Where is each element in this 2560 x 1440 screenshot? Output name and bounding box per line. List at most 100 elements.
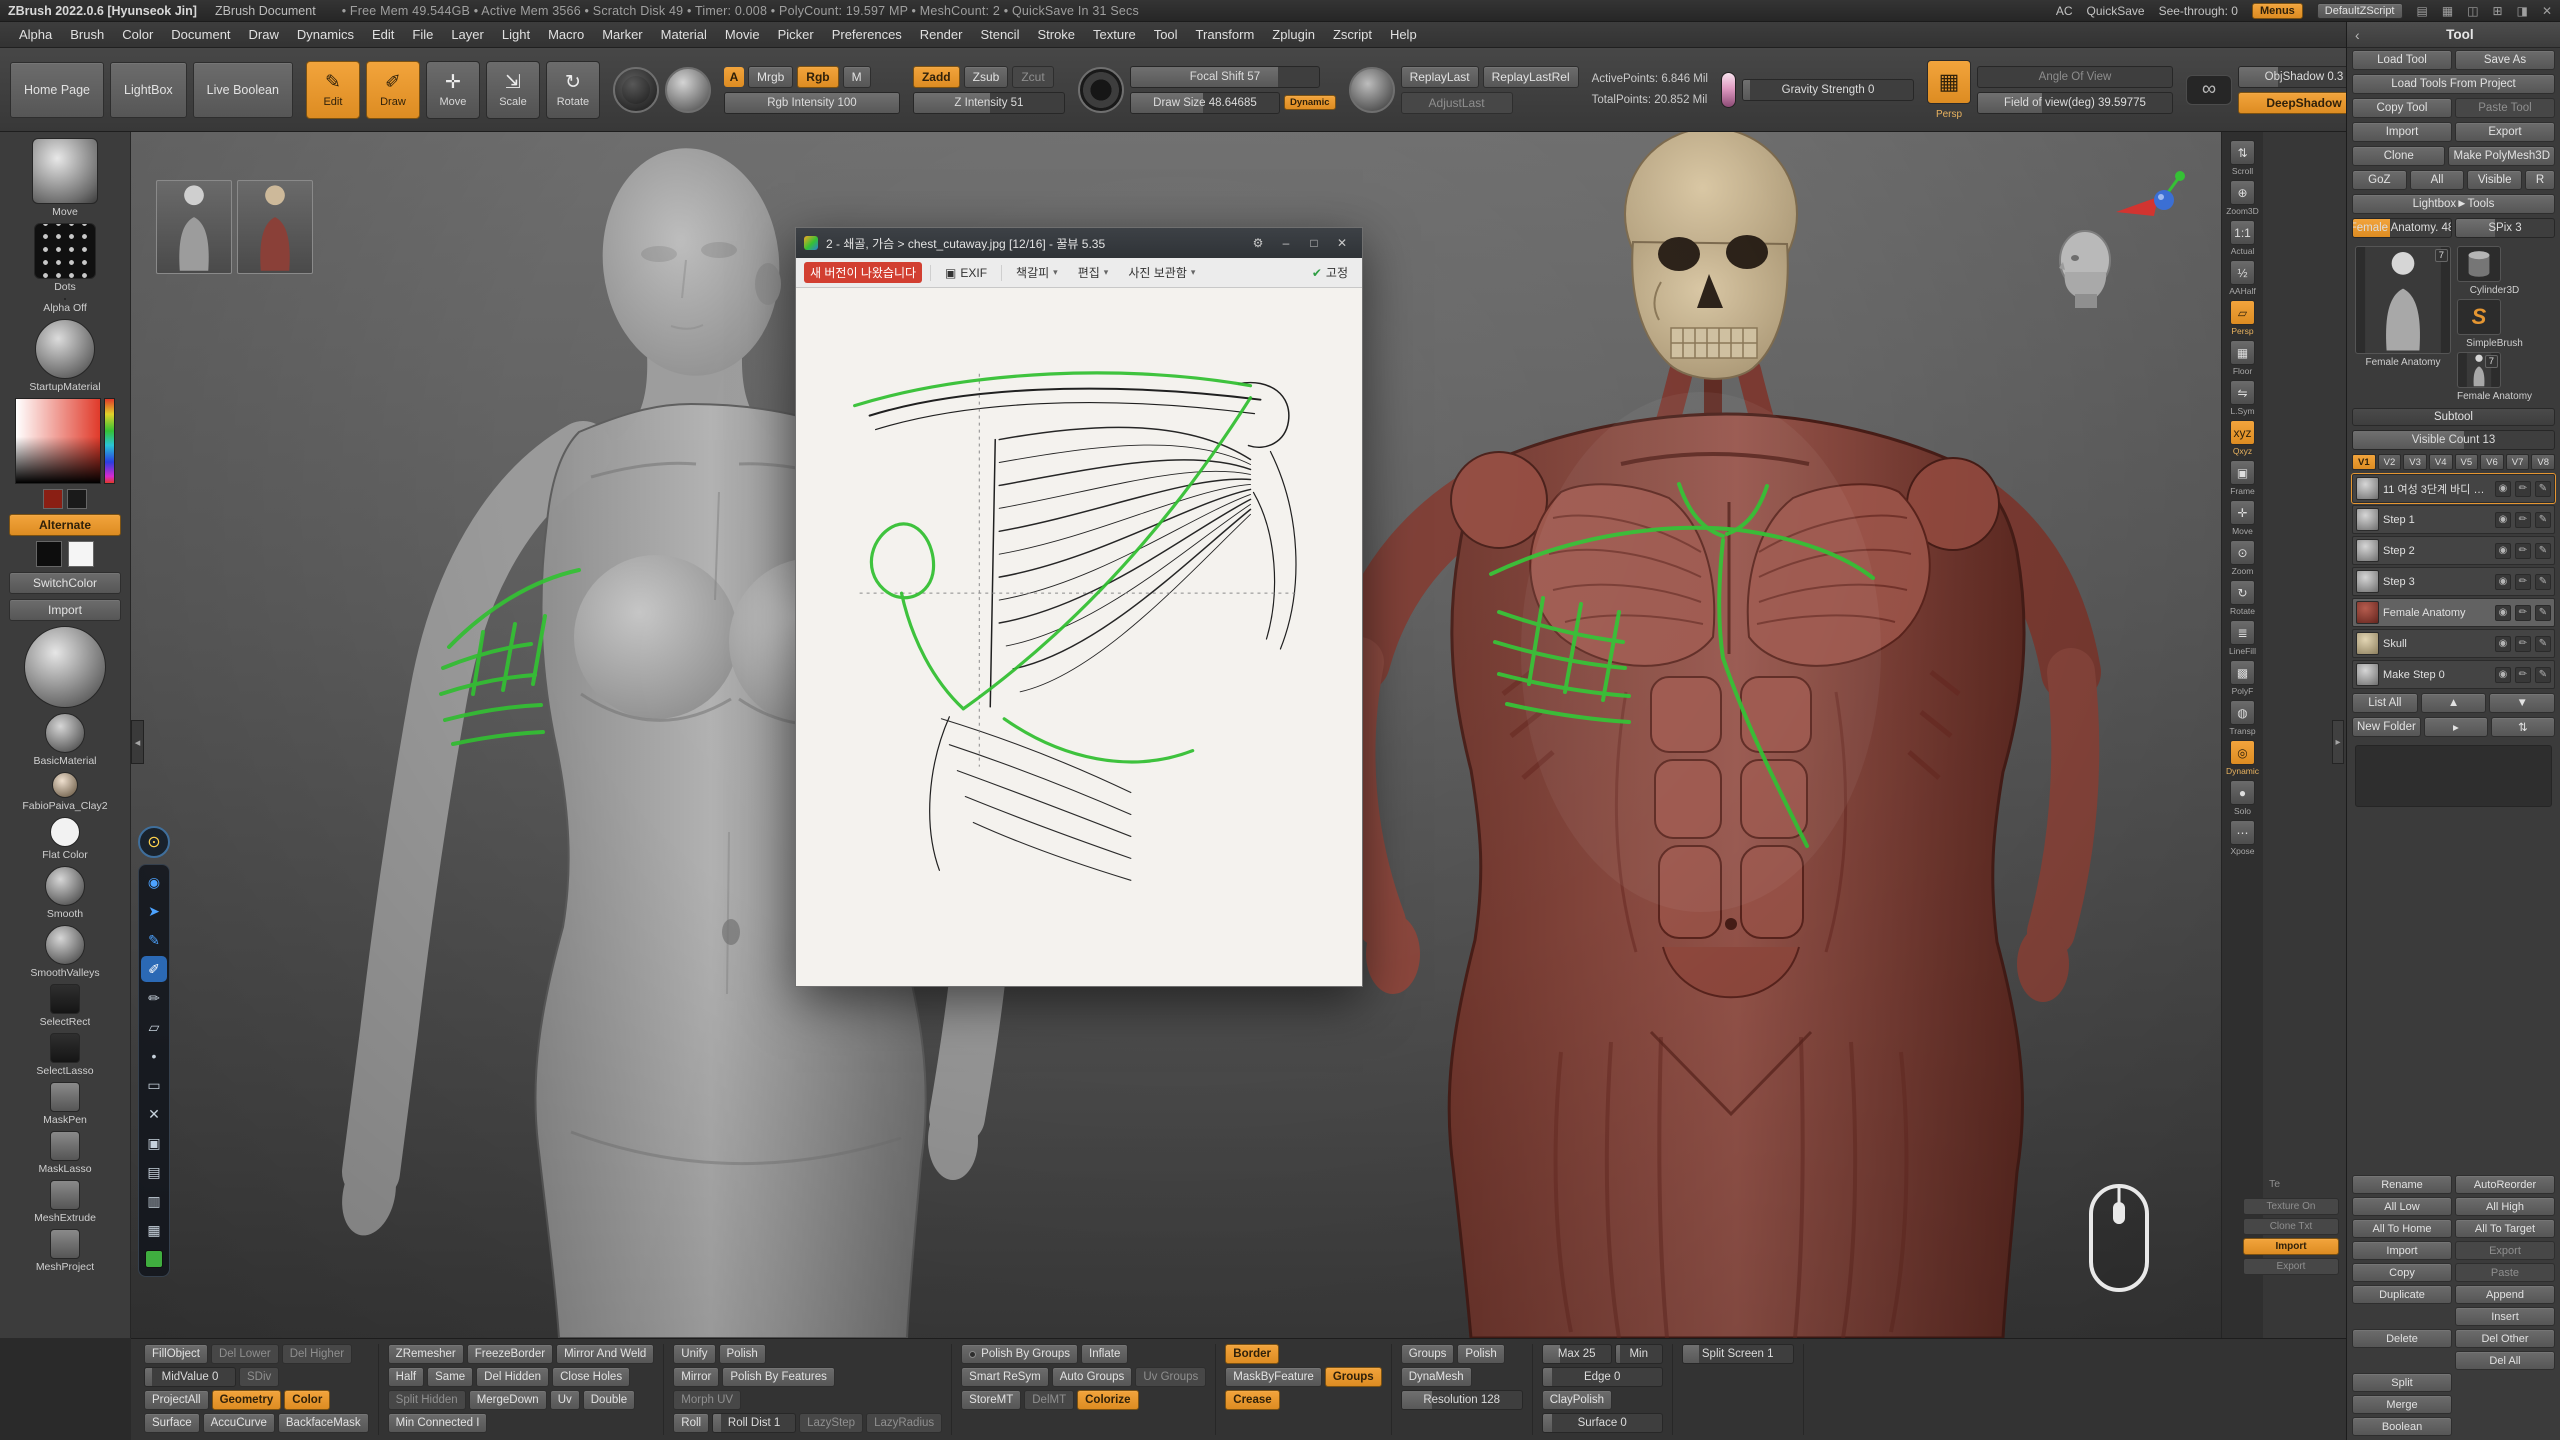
basicmaterial-thumbnail[interactable]	[45, 713, 85, 753]
field-of-view-deg-39-59775-slider[interactable]: Field of view(deg) 39.59775	[1977, 92, 2173, 114]
rename-button[interactable]: Rename	[2352, 1175, 2452, 1194]
groups-button[interactable]: Groups	[1325, 1367, 1382, 1387]
rgb-button[interactable]: Rgb	[797, 66, 838, 88]
trash-icon[interactable]: ✕	[141, 1101, 167, 1127]
menu-picker[interactable]: Picker	[769, 22, 823, 47]
meshextrude-thumbnail[interactable]	[50, 1180, 80, 1210]
merge-button[interactable]: Merge	[2352, 1395, 2452, 1414]
rotate-mode-button[interactable]: ↻Rotate	[546, 61, 600, 119]
sdiv-button[interactable]: SDiv	[239, 1367, 279, 1387]
folder-expand-button[interactable]: ▸	[2424, 717, 2488, 737]
qxyz-button[interactable]: xyzQxyz	[2230, 420, 2255, 456]
edge-0-slider[interactable]: Edge 0	[1542, 1367, 1663, 1387]
aahalf-button[interactable]: ½AAHalf	[2229, 260, 2255, 296]
grid-icon[interactable]: ⊞	[2493, 4, 2503, 18]
menu-color[interactable]: Color	[113, 22, 162, 47]
tab-v5[interactable]: V5	[2455, 454, 2479, 470]
replaylastrel-button[interactable]: ReplayLastRel	[1483, 66, 1579, 88]
paint-icon[interactable]: ✏	[2515, 543, 2531, 559]
minimize-icon[interactable]: –	[1274, 233, 1298, 253]
lightbox-tools-button[interactable]: Lightbox►Tools	[2352, 194, 2555, 214]
del-other-button[interactable]: Del Other	[2455, 1329, 2555, 1348]
smoothvalleys-thumbnail[interactable]	[45, 925, 85, 965]
del-hidden-button[interactable]: Del Hidden	[476, 1367, 549, 1387]
del-all-button[interactable]: Del All	[2455, 1351, 2555, 1370]
alpha-off-thumbnail[interactable]	[64, 298, 66, 300]
resolution-128-slider[interactable]: Resolution 128	[1401, 1390, 1523, 1410]
visible-count-13-slider[interactable]: Visible Count 13	[2352, 430, 2555, 450]
menu-zplugin[interactable]: Zplugin	[1263, 22, 1324, 47]
right-dock-collapse-tab[interactable]: ▸	[2332, 720, 2344, 764]
menu-light[interactable]: Light	[493, 22, 539, 47]
goz-button[interactable]: GoZ	[2352, 170, 2407, 190]
subtool-header[interactable]: Subtool	[2352, 408, 2555, 426]
collapse-icon[interactable]: ‹	[2355, 27, 2360, 43]
eraser-icon[interactable]: ▱	[141, 1014, 167, 1040]
transp-button[interactable]: ◍Transp	[2229, 700, 2255, 736]
palette-icon[interactable]: ▦	[141, 1217, 167, 1243]
update-notice-button[interactable]: 새 버전이 나왔습니다	[804, 262, 922, 283]
menu-material[interactable]: Material	[652, 22, 716, 47]
min-connected-i-button[interactable]: Min Connected I	[388, 1413, 488, 1433]
pin-light-icon[interactable]: ⊙	[138, 826, 170, 858]
tab-v3[interactable]: V3	[2403, 454, 2427, 470]
menu-help[interactable]: Help	[1381, 22, 1426, 47]
thumbnail-gray-figure[interactable]	[156, 180, 232, 274]
scroll-button[interactable]: ⇅Scroll	[2230, 140, 2255, 176]
all-high-button[interactable]: All High	[2455, 1197, 2555, 1216]
polish-button[interactable]: Polish	[719, 1344, 766, 1364]
all-button[interactable]: All	[2410, 170, 2465, 190]
sculpt-icon[interactable]: ✎	[2535, 667, 2551, 683]
menu-marker[interactable]: Marker	[593, 22, 651, 47]
library-menu[interactable]: 사진 보관함▾	[1122, 262, 1201, 283]
import-button[interactable]: Import	[2352, 1241, 2452, 1260]
tool-thumb-cylinder3d[interactable]	[2457, 246, 2501, 282]
export-button[interactable]: Export	[2455, 1241, 2555, 1260]
panel-icon[interactable]: ◨	[2517, 4, 2528, 18]
menu-movie[interactable]: Movie	[716, 22, 769, 47]
polish-by-features-button[interactable]: Polish By Features	[722, 1367, 835, 1387]
floor-button[interactable]: ▦Floor	[2230, 340, 2255, 376]
move-thumbnail[interactable]	[32, 138, 98, 204]
spherelg-thumbnail[interactable]	[24, 626, 106, 708]
inflate-button[interactable]: Inflate	[1081, 1344, 1128, 1364]
subtool-item-female-anatomy[interactable]: Female Anatomy◉✏✎	[2352, 598, 2555, 627]
eye-icon[interactable]: ◉	[2495, 543, 2511, 559]
copy-tool-button[interactable]: Copy Tool	[2352, 98, 2452, 118]
min-slider[interactable]: Min	[1615, 1344, 1663, 1364]
eye-icon[interactable]: ◉	[2495, 636, 2511, 652]
pencil-icon[interactable]: ✎	[141, 927, 167, 953]
double-button[interactable]: Double	[583, 1390, 635, 1410]
tool-thumb-female-anatomy[interactable]: 7	[2355, 246, 2451, 354]
lazyradius-button[interactable]: LazyRadius	[866, 1413, 942, 1433]
menu-preferences[interactable]: Preferences	[823, 22, 911, 47]
projectall-button[interactable]: ProjectAll	[144, 1390, 209, 1410]
rotate-button[interactable]: ↻Rotate	[2230, 580, 2255, 616]
see-through-glasses-icon[interactable]: ∞	[2186, 75, 2232, 105]
edit-mode-button[interactable]: ✎Edit	[306, 61, 360, 119]
palette-dock-icon[interactable]: ▦	[2442, 4, 2453, 18]
flat-color-thumbnail[interactable]	[50, 817, 80, 847]
replaylast-button[interactable]: ReplayLast	[1401, 66, 1479, 88]
zoom3d-button[interactable]: ⊕Zoom3D	[2226, 180, 2259, 216]
menu-render[interactable]: Render	[911, 22, 972, 47]
gravity-strength-0-slider[interactable]: Gravity Strength 0	[1742, 79, 1914, 101]
falloff-preview-icon[interactable]	[1078, 67, 1124, 113]
marker-icon[interactable]: ✐	[141, 956, 167, 982]
boolean-button[interactable]: Boolean	[2352, 1417, 2452, 1436]
tab-v6[interactable]: V6	[2480, 454, 2504, 470]
tab-v8[interactable]: V8	[2531, 454, 2555, 470]
menu-tool[interactable]: Tool	[1145, 22, 1187, 47]
export-button[interactable]: Export	[2243, 1258, 2339, 1275]
backfacemask-button[interactable]: BackfaceMask	[278, 1413, 369, 1433]
r-button[interactable]: R	[2525, 170, 2555, 190]
unify-button[interactable]: Unify	[673, 1344, 715, 1364]
freezeborder-button[interactable]: FreezeBorder	[467, 1344, 553, 1364]
mergedown-button[interactable]: MergeDown	[469, 1390, 547, 1410]
color-swatch-green[interactable]	[141, 1246, 167, 1272]
dynamesh-button[interactable]: DynaMesh	[1401, 1367, 1472, 1387]
split-hidden-button[interactable]: Split Hidden	[388, 1390, 466, 1410]
export-button[interactable]: Export	[2455, 122, 2555, 142]
folder-reorder-button[interactable]: ⇅	[2491, 717, 2555, 737]
mirror-and-weld-button[interactable]: Mirror And Weld	[556, 1344, 654, 1364]
